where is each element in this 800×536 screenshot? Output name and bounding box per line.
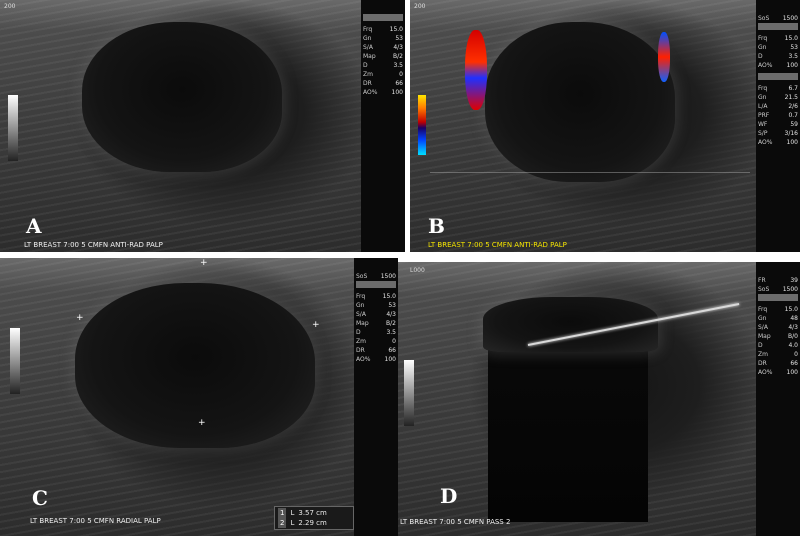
- param-row: AO% 100: [356, 356, 396, 363]
- param-row: L/A 2/6: [758, 103, 798, 110]
- param-row: Gn 53: [356, 302, 396, 309]
- param-header-row: SoS 1500: [758, 15, 798, 22]
- param-row: Zm 0: [758, 351, 798, 358]
- parameter-header-bar: [363, 14, 403, 21]
- measurement-row: 2 L 2.29 cm: [278, 518, 327, 528]
- param-header-row: SoS 1500: [356, 273, 396, 280]
- param-row: Map B/0: [758, 333, 798, 340]
- param-row: Frq 15.0: [758, 306, 798, 313]
- param-header-row: FR 39: [758, 277, 798, 284]
- caliper-marker: +: [312, 320, 320, 330]
- param-row: Frq 15.0: [758, 35, 798, 42]
- ultrasound-panel-a: 200 Frq 15.0 Gn 53 S/A 4/3 Map B/2 D 3.5 Zm 0 …: [0, 0, 405, 252]
- parameter-sidebar: SoS 1500 Frq 15.0 Gn 53 S/A 4/3 Map B/2 D 3.5 …: [354, 258, 398, 536]
- param-row: Gn 48: [758, 315, 798, 322]
- panel-letter: C: [32, 486, 48, 510]
- param-row: WF 59: [758, 121, 798, 128]
- param-row: DR 66: [758, 360, 798, 367]
- panel-letter: D: [440, 484, 458, 508]
- param-row: Gn 53: [758, 44, 798, 51]
- ultrasound-panel-b: 200 SoS 1500 Frq 15.0 Gn 53 D 3.5 AO% 100 Frq…: [410, 0, 800, 252]
- param-row: S/A 4/3: [758, 324, 798, 331]
- parameter-header-bar: [758, 294, 798, 301]
- corner-label: 200: [414, 3, 426, 10]
- parameter-sidebar: Frq 15.0 Gn 53 S/A 4/3 Map B/2 D 3.5 Zm 0 DR 66…: [361, 0, 405, 252]
- param-row: AO% 100: [758, 62, 798, 69]
- caliper-marker: +: [198, 418, 206, 428]
- param-row: Zm 0: [356, 338, 396, 345]
- param-row: PRF 0.7: [758, 112, 798, 119]
- param-row: Gn 53: [363, 35, 403, 42]
- param-row: DR 66: [356, 347, 396, 354]
- param-row: D 3.5: [363, 62, 403, 69]
- param-row: DR 66: [363, 80, 403, 87]
- param-row: D 3.5: [758, 53, 798, 60]
- acoustic-shadow: [488, 332, 648, 522]
- doppler-flow-signal: [658, 32, 670, 82]
- param-row: S/A 4/3: [356, 311, 396, 318]
- reference-line: [430, 172, 750, 173]
- doppler-color-scale: [418, 95, 426, 155]
- panel-caption: LT BREAST 7:00 5 CMFN PASS 2: [400, 518, 511, 526]
- panel-caption: LT BREAST 7:00 5 CMFN ANTI-RAD PALP: [428, 241, 567, 249]
- param-row: S/A 4/3: [363, 44, 403, 51]
- panel-caption: LT BREAST 7:00 5 CMFN ANTI-RAD PALP: [24, 241, 163, 249]
- parameter-header-bar: [356, 281, 396, 288]
- ultrasound-panel-c: + + + + SoS 1500 Frq 15.0 Gn 53 S/A 4/3 Map B…: [0, 258, 398, 536]
- param-row: Gn 21.5: [758, 94, 798, 101]
- grayscale-bar: [404, 360, 414, 426]
- corner-label: 200: [4, 3, 16, 10]
- param-row: S/P 3/16: [758, 130, 798, 137]
- param-row: AO% 100: [363, 89, 403, 96]
- panel-letter: B: [428, 214, 445, 238]
- parameter-sidebar: SoS 1500 Frq 15.0 Gn 53 D 3.5 AO% 100 Frq 6.7 …: [756, 0, 800, 252]
- hypoechoic-mass: [82, 22, 282, 172]
- caliper-marker: +: [76, 313, 84, 323]
- caliper-marker: +: [200, 258, 208, 268]
- grayscale-bar: [8, 95, 18, 161]
- param-row: D 4.0: [758, 342, 798, 349]
- param-row: Map B/2: [356, 320, 396, 327]
- param-row: Frq 15.0: [356, 293, 396, 300]
- param-row: SoS 1500: [758, 286, 798, 293]
- param-row: D 3.5: [356, 329, 396, 336]
- param-row: Frq 6.7: [758, 85, 798, 92]
- hypoechoic-mass: [75, 283, 315, 448]
- parameter-header-bar: [758, 73, 798, 80]
- parameter-header-bar: [758, 23, 798, 30]
- measurement-row: 1 L 3.57 cm: [278, 508, 327, 518]
- param-row: AO% 100: [758, 139, 798, 146]
- panel-caption: LT BREAST 7:00 5 CMFN RADIAL PALP: [30, 517, 161, 525]
- ultrasound-panel-d: L000 FR 39 SoS 1500 Frq 15.0 Gn 48 S/A 4/3 Ma…: [398, 262, 800, 536]
- panel-letter: A: [26, 214, 42, 238]
- corner-label: L000: [410, 267, 425, 274]
- measurement-box: 1 L 3.57 cm 2 L 2.29 cm: [274, 506, 354, 530]
- param-row: AO% 100: [758, 369, 798, 376]
- doppler-flow-signal: [465, 30, 487, 110]
- param-row: Zm 0: [363, 71, 403, 78]
- hypoechoic-mass: [485, 22, 675, 182]
- parameter-sidebar: FR 39 SoS 1500 Frq 15.0 Gn 48 S/A 4/3 Map B/0 …: [756, 262, 800, 536]
- grayscale-bar: [10, 328, 20, 394]
- param-row: Map B/2: [363, 53, 403, 60]
- param-row: Frq 15.0: [363, 26, 403, 33]
